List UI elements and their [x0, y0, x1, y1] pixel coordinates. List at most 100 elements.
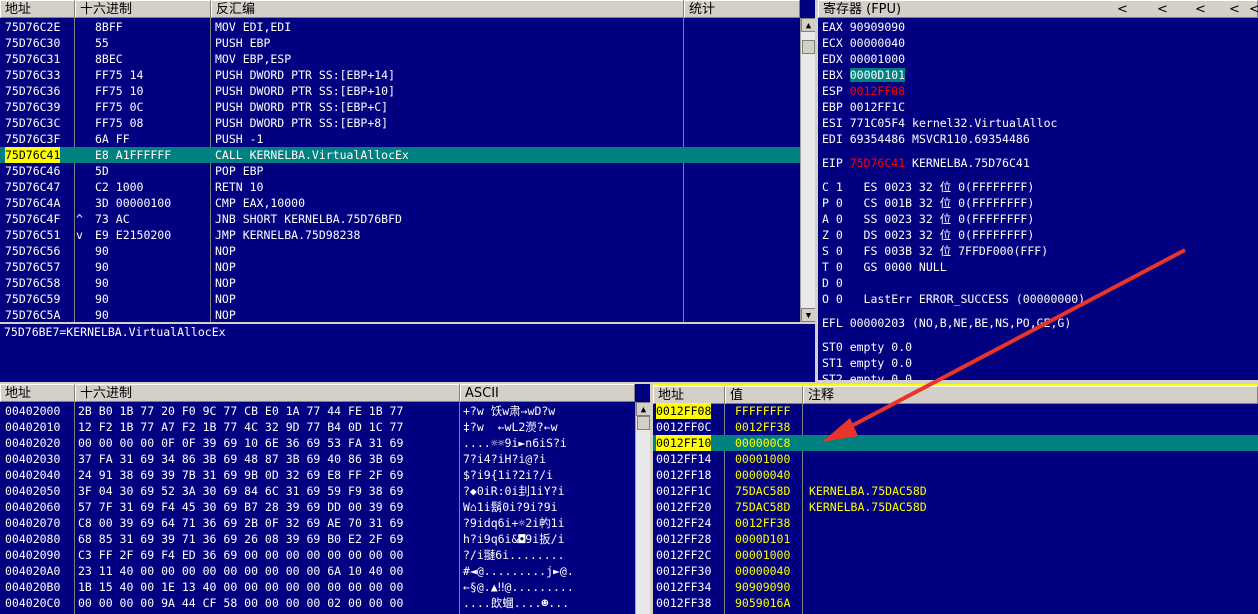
flag-row[interactable]: D 0 — [822, 275, 843, 291]
registers-pane[interactable]: 寄存器 (FPU) < < < < < EAX 90909090 ECX 000… — [818, 0, 1258, 380]
stack-row[interactable]: 0012FF10 000000C8 — [653, 435, 1258, 451]
disasm-row[interactable]: 75D76C39 FF75 0C PUSH DWORD PTR SS:[EBP+C] — [0, 99, 800, 115]
disasm-row[interactable]: 75D76C56 90 NOP — [0, 243, 800, 259]
disassembly-pane[interactable]: 地址 十六进制 反汇编 统计 75D76C2E 8BFF MOV EDI,EDI 75… — [0, 0, 815, 322]
scroll-up-button[interactable]: ▲ — [801, 18, 815, 32]
disasm-header-address[interactable]: 地址 — [0, 0, 75, 18]
register-value[interactable]: 00001000 — [850, 52, 905, 66]
register-ecx[interactable]: ECX 00000040 — [822, 35, 912, 51]
stack-row[interactable]: 0012FF24 0012FF38 — [653, 515, 1258, 531]
scroll-up-button[interactable]: ▲ — [636, 402, 650, 416]
disasm-row[interactable]: 75D76C41 E8 A1FFFFFF CALL KERNELBA.Virtual… — [0, 147, 800, 163]
disasm-row[interactable]: 75D76C5A 90 NOP — [0, 307, 800, 322]
dump-row[interactable]: 00402080 68 85 31 69 39 71 36 69 26 08 39… — [0, 531, 635, 547]
dump-header-ascii[interactable]: ASCII — [460, 384, 635, 402]
register-value[interactable]: 0012FF1C — [850, 100, 905, 114]
register-value[interactable]: 75D76C41 — [850, 156, 905, 170]
flag-row[interactable]: P 0 CS 001B 32 位 0(FFFFFFFF) — [822, 195, 1034, 211]
disasm-row[interactable]: 75D76C4F ^ 73 AC JNB SHORT KERNELBA.75D76BF… — [0, 211, 800, 227]
dump-row[interactable]: 00402050 3F 04 30 69 52 3A 30 69 84 6C 31… — [0, 483, 635, 499]
disasm-row[interactable]: 75D76C2E 8BFF MOV EDI,EDI — [0, 19, 800, 35]
disasm-row[interactable]: 75D76C4A 3D 00000100 CMP EAX,10000 — [0, 195, 800, 211]
register-value[interactable]: 0000D101 — [849, 68, 906, 82]
register-value[interactable]: 771C05F4 — [850, 116, 905, 130]
dump-row[interactable]: 004020C0 00 00 00 00 9A 44 CF 58 00 00 00… — [0, 595, 635, 611]
dump-row[interactable]: 004020B0 1B 15 40 00 1E 13 40 00 00 00 00… — [0, 579, 635, 595]
dump-row[interactable]: 00402020 00 00 00 00 0F 0F 39 69 10 6E 36… — [0, 435, 635, 451]
disasm-header-hex[interactable]: 十六进制 — [75, 0, 211, 18]
stack-header-value[interactable]: 值 — [725, 386, 803, 404]
memory-dump-pane[interactable]: 地址 十六进制 ASCII 00402000 2B B0 1B 77 20 F0 … — [0, 384, 650, 614]
register-value[interactable]: 90909090 — [850, 20, 905, 34]
register-value[interactable]: 0012FF08 — [850, 84, 905, 98]
arrow-left-icon[interactable]: < — [1229, 1, 1240, 19]
stack-row[interactable]: 0012FF08 FFFFFFFF — [653, 403, 1258, 419]
registers-header[interactable]: 寄存器 (FPU) < < < < < — [818, 0, 1258, 18]
arrow-left-icon[interactable]: < — [1157, 1, 1168, 19]
stack-row[interactable]: 0012FF38 9059016A — [653, 595, 1258, 611]
disasm-scrollbar[interactable]: ▲ ▼ — [800, 18, 815, 322]
disasm-row[interactable]: 75D76C30 55 PUSH EBP — [0, 35, 800, 51]
dump-row[interactable]: 00402070 C8 00 39 69 64 71 36 69 2B 0F 32… — [0, 515, 635, 531]
disasm-row[interactable]: 75D76C36 FF75 10 PUSH DWORD PTR SS:[EBP+10… — [0, 83, 800, 99]
stack-row[interactable]: 0012FF18 00000040 — [653, 467, 1258, 483]
stack-row[interactable]: 0012FF30 00000040 — [653, 563, 1258, 579]
register-ebx[interactable]: EBX 0000D101 — [822, 67, 912, 83]
register-esp[interactable]: ESP 0012FF08 — [822, 83, 912, 99]
arrow-left-icon[interactable]: < — [1195, 1, 1206, 19]
disasm-header-disassembly[interactable]: 反汇编 — [211, 0, 684, 18]
stack-pane[interactable]: 地址 值 注释 0012FF08 FFFFFFFF 0012FF0C 0012FF38… — [653, 384, 1258, 614]
scroll-thumb[interactable] — [802, 40, 815, 54]
arrow-left-icon[interactable]: < — [1249, 1, 1258, 19]
register-edx[interactable]: EDX 00001000 — [822, 51, 912, 67]
register-edi[interactable]: EDI 69354486 MSVCR110.69354486 — [822, 131, 1030, 147]
flag-row[interactable]: Z 0 DS 0023 32 位 0(FFFFFFFF) — [822, 227, 1034, 243]
arrow-left-icon[interactable]: < — [1117, 1, 1128, 19]
stack-header-comment[interactable]: 注释 — [803, 386, 1258, 404]
disasm-row[interactable]: 75D76C33 FF75 14 PUSH DWORD PTR SS:[EBP+14… — [0, 67, 800, 83]
disasm-row[interactable]: 75D76C3C FF75 08 PUSH DWORD PTR SS:[EBP+8] — [0, 115, 800, 131]
scroll-down-button[interactable]: ▼ — [801, 308, 815, 322]
fpu-st-row[interactable]: ST2 empty 0.0 — [822, 371, 912, 380]
fpu-st-row[interactable]: ST0 empty 0.0 — [822, 339, 912, 355]
dump-row[interactable]: 004020A0 23 11 40 00 00 00 00 00 00 00 00… — [0, 563, 635, 579]
stack-row[interactable]: 0012FF20 75DAC58D KERNELBA.75DAC58D — [653, 499, 1258, 515]
scroll-thumb[interactable] — [637, 416, 650, 430]
stack-row[interactable]: 0012FF14 00001000 — [653, 451, 1258, 467]
dump-header-address[interactable]: 地址 — [0, 384, 75, 402]
disasm-row[interactable]: 75D76C59 90 NOP — [0, 291, 800, 307]
stack-row[interactable]: 0012FF34 90909090 — [653, 579, 1258, 595]
flag-row[interactable]: S 0 FS 003B 32 位 7FFDF000(FFF) — [822, 243, 1048, 259]
flag-row[interactable]: A 0 SS 0023 32 位 0(FFFFFFFF) — [822, 211, 1034, 227]
dump-header-hex[interactable]: 十六进制 — [75, 384, 460, 402]
dump-row[interactable]: 00402090 C3 FF 2F 69 F4 ED 36 69 00 00 00… — [0, 547, 635, 563]
register-value[interactable]: 69354486 — [850, 132, 905, 146]
dump-row[interactable]: 00402030 37 FA 31 69 34 86 3B 69 48 87 3B… — [0, 451, 635, 467]
stack-row[interactable]: 0012FF1C 75DAC58D KERNELBA.75DAC58D — [653, 483, 1258, 499]
dump-row[interactable]: 00402000 2B B0 1B 77 20 F0 9C 77 CB E0 1A… — [0, 403, 635, 419]
fpu-st-row[interactable]: ST1 empty 0.0 — [822, 355, 912, 371]
stack-row[interactable]: 0012FF28 0000D101 — [653, 531, 1258, 547]
register-value[interactable]: 00000040 — [850, 36, 905, 50]
register-eax[interactable]: EAX 90909090 — [822, 19, 912, 35]
flag-row[interactable]: T 0 GS 0000 NULL — [822, 259, 947, 275]
dump-scrollbar[interactable]: ▲ — [635, 402, 650, 614]
dump-row[interactable]: 00402010 12 F2 1B 77 A7 F2 1B 77 4C 32 9D… — [0, 419, 635, 435]
register-esi[interactable]: ESI 771C05F4 kernel32.VirtualAlloc — [822, 115, 1057, 131]
stack-header-address[interactable]: 地址 — [653, 386, 725, 404]
disasm-header-comment[interactable]: 统计 — [684, 0, 800, 18]
dump-row[interactable]: 00402040 24 91 38 69 39 7B 31 69 9B 0D 32… — [0, 467, 635, 483]
flag-row[interactable]: O 0 LastErr ERROR_SUCCESS (00000000) — [822, 291, 1085, 307]
disasm-row[interactable]: 75D76C58 90 NOP — [0, 275, 800, 291]
register-eip[interactable]: EIP 75D76C41 KERNELBA.75D76C41 — [822, 155, 1030, 171]
dump-row[interactable]: 00402060 57 7F 31 69 F4 45 30 69 B7 28 39… — [0, 499, 635, 515]
register-ebp[interactable]: EBP 0012FF1C — [822, 99, 912, 115]
stack-row[interactable]: 0012FF2C 00001000 — [653, 547, 1258, 563]
stack-row[interactable]: 0012FF0C 0012FF38 — [653, 419, 1258, 435]
disasm-row[interactable]: 75D76C51 v E9 E2150200 JMP KERNELBA.75D9823… — [0, 227, 800, 243]
efl-row[interactable]: EFL 00000203 (NO,B,NE,BE,NS,PO,GE,G) — [822, 315, 1071, 331]
disasm-row[interactable]: 75D76C46 5D POP EBP — [0, 163, 800, 179]
disasm-row[interactable]: 75D76C57 90 NOP — [0, 259, 800, 275]
flag-row[interactable]: C 1 ES 0023 32 位 0(FFFFFFFF) — [822, 179, 1034, 195]
disasm-row[interactable]: 75D76C47 C2 1000 RETN 10 — [0, 179, 800, 195]
